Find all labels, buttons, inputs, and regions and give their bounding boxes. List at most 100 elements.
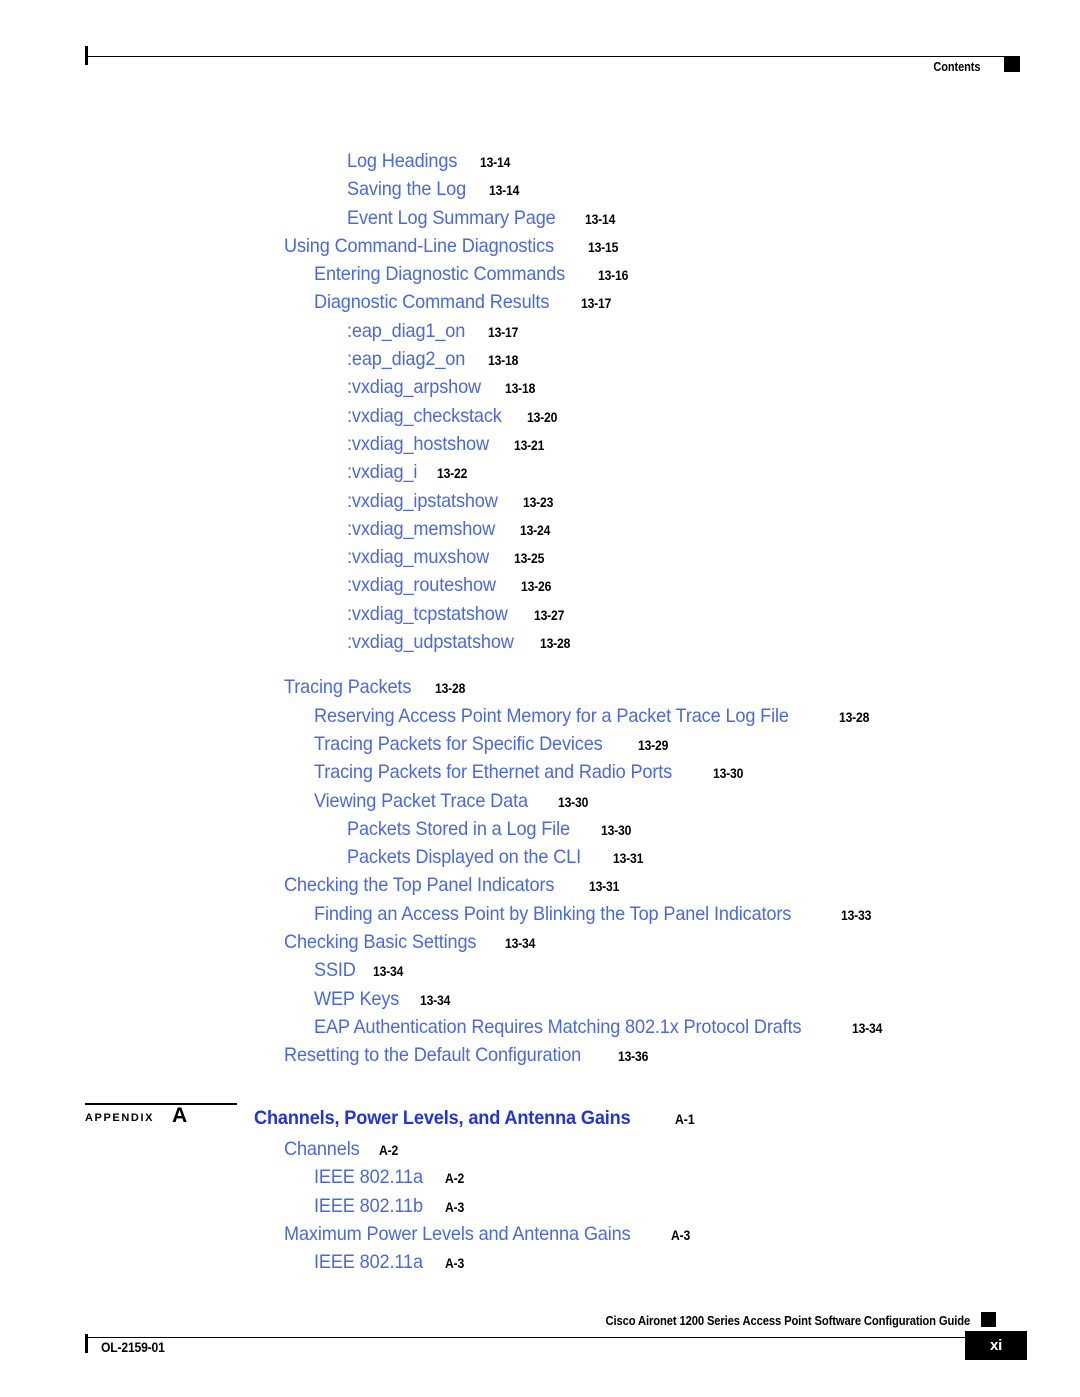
toc-entry-title[interactable]: Packets Displayed on the CLI xyxy=(347,846,581,869)
toc-entry[interactable]: :vxdiag_muxshow 13-25 xyxy=(0,546,1080,574)
toc-entry-title[interactable]: :vxdiag_arpshow xyxy=(347,376,481,399)
toc-entry-page-number: 13-17 xyxy=(488,324,519,340)
toc-entry-title[interactable]: Checking Basic Settings xyxy=(284,931,476,954)
toc-entry[interactable]: Packets Stored in a Log File 13-30 xyxy=(0,818,1080,846)
toc-entry-title[interactable]: Reserving Access Point Memory for a Pack… xyxy=(314,705,789,728)
toc-entry-title[interactable]: Tracing Packets for Specific Devices xyxy=(314,733,603,756)
toc-entry-title[interactable]: Entering Diagnostic Commands xyxy=(314,263,565,286)
toc-entry-page-number: 13-28 xyxy=(434,681,466,697)
toc-entry-page-number: 13-29 xyxy=(638,737,669,753)
toc-entry-title[interactable]: Using Command-Line Diagnostics xyxy=(284,235,554,258)
footer-rule xyxy=(85,1337,1001,1338)
toc-entry-page-number: 13-14 xyxy=(585,211,616,227)
toc-entry[interactable]: Tracing Packets for Ethernet and Radio P… xyxy=(0,761,1080,789)
toc-entry[interactable]: :vxdiag_memshow 13-24 xyxy=(0,518,1080,546)
toc-entry-page-number: 13-18 xyxy=(505,381,536,397)
toc-entry[interactable]: :vxdiag_checkstack 13-20 xyxy=(0,405,1080,433)
toc-entry-page-number: 13-21 xyxy=(513,437,544,453)
toc-entry[interactable]: :eap_diag1_on 13-17 xyxy=(0,320,1080,348)
toc-entry-title[interactable]: Resetting to the Default Configuration xyxy=(284,1044,581,1067)
toc-entry-title[interactable]: :vxdiag_routeshow xyxy=(347,574,496,597)
toc-entry[interactable]: Checking the Top Panel Indicators 13-31 xyxy=(0,874,1080,902)
toc-entry[interactable]: Finding an Access Point by Blinking the … xyxy=(0,903,1080,931)
toc-entry[interactable]: :vxdiag_tcpstatshow 13-27 xyxy=(0,603,1080,631)
appendix-title-row[interactable]: Channels, Power Levels, and Antenna Gain… xyxy=(0,1107,697,1130)
toc-entry[interactable]: Packets Displayed on the CLI 13-31 xyxy=(0,846,1080,874)
appendix-toc-entry[interactable]: IEEE 802.11b A-3 xyxy=(0,1195,1080,1223)
appendix-toc-entry-page-number: A-3 xyxy=(445,1256,465,1272)
toc-entry[interactable]: Diagnostic Command Results 13-17 xyxy=(0,291,1080,319)
toc-entry[interactable]: :vxdiag_arpshow 13-18 xyxy=(0,376,1080,404)
appendix-toc-entry[interactable]: Maximum Power Levels and Antenna Gains A-… xyxy=(0,1223,1080,1251)
toc-entry[interactable]: :vxdiag_ipstatshow 13-23 xyxy=(0,490,1080,518)
toc-entry-title[interactable]: Finding an Access Point by Blinking the … xyxy=(314,903,791,926)
table-of-contents: Log Headings 13-14 Saving the Log 13-14 Even… xyxy=(0,150,1080,1073)
toc-entry[interactable]: Log Headings 13-14 xyxy=(0,150,1080,178)
toc-entry-title[interactable]: :vxdiag_memshow xyxy=(347,518,495,541)
black-square-marker-icon xyxy=(981,1312,996,1327)
toc-entry-title[interactable]: Viewing Packet Trace Data xyxy=(314,790,528,813)
appendix-toc-entry-title[interactable]: Maximum Power Levels and Antenna Gains xyxy=(284,1223,631,1246)
appendix-toc-entry-title[interactable]: IEEE 802.11a xyxy=(314,1251,423,1274)
toc-entry-title[interactable]: Packets Stored in a Log File xyxy=(347,818,570,841)
toc-entry-page-number: 13-24 xyxy=(520,522,551,538)
footer-page-number: xi xyxy=(989,1337,1003,1354)
toc-entry[interactable]: Using Command-Line Diagnostics 13-15 xyxy=(0,235,1080,263)
toc-entry[interactable]: SSID 13-34 xyxy=(0,959,1080,987)
toc-entry[interactable]: Viewing Packet Trace Data 13-30 xyxy=(0,790,1080,818)
toc-entry-title[interactable]: WEP Keys xyxy=(314,988,399,1011)
footer-document-id: OL-2159-01 xyxy=(101,1340,165,1355)
toc-entry-page-number: 13-34 xyxy=(372,964,404,980)
toc-entry[interactable]: :vxdiag_udpstatshow 13-28 xyxy=(0,631,1080,659)
toc-entry[interactable]: Tracing Packets for Specific Devices 13-2… xyxy=(0,733,1080,761)
appendix-toc-entry-title[interactable]: IEEE 802.11a xyxy=(314,1166,423,1189)
toc-entry-title[interactable]: EAP Authentication Requires Matching 802… xyxy=(314,1016,802,1039)
toc-entry-title[interactable]: Saving the Log xyxy=(347,178,466,201)
appendix-toc-entry[interactable]: Channels A-2 xyxy=(0,1138,1080,1166)
toc-entry[interactable]: Entering Diagnostic Commands 13-16 xyxy=(0,263,1080,291)
appendix-title[interactable]: Channels, Power Levels, and Antenna Gain… xyxy=(254,1107,631,1130)
toc-entry-page-number: 13-18 xyxy=(488,353,519,369)
toc-entry-page-number: 13-14 xyxy=(479,155,510,170)
toc-entry-title[interactable]: Log Headings xyxy=(347,150,457,173)
appendix-toc-entry-title[interactable]: Channels xyxy=(284,1138,360,1161)
toc-entry[interactable]: Checking Basic Settings 13-34 xyxy=(0,931,1080,959)
toc-entry[interactable]: :eap_diag2_on 13-18 xyxy=(0,348,1080,376)
toc-entry-page-number: 13-28 xyxy=(838,709,869,725)
toc-entry-title[interactable]: :eap_diag2_on xyxy=(347,348,465,371)
toc-entry-title[interactable]: Tracing Packets xyxy=(284,676,411,699)
toc-entry[interactable]: :vxdiag_hostshow 13-21 xyxy=(0,433,1080,461)
toc-entry-title[interactable]: :vxdiag_i xyxy=(347,461,417,484)
appendix-toc-entry[interactable]: IEEE 802.11a A-2 xyxy=(0,1166,1080,1194)
toc-entry-title[interactable]: :eap_diag1_on xyxy=(347,320,465,343)
appendix-toc-entry-title[interactable]: IEEE 802.11b xyxy=(314,1195,423,1218)
toc-entry-page-number: 13-31 xyxy=(588,879,619,895)
toc-entry-title[interactable]: :vxdiag_ipstatshow xyxy=(347,490,498,513)
toc-entry-title[interactable]: :vxdiag_tcpstatshow xyxy=(347,603,508,626)
toc-entry-title[interactable]: :vxdiag_udpstatshow xyxy=(347,631,514,654)
toc-entry-title[interactable]: :vxdiag_muxshow xyxy=(347,546,489,569)
appendix-page-number: A-1 xyxy=(674,1112,695,1127)
toc-entry[interactable]: Event Log Summary Page 13-14 xyxy=(0,207,1080,235)
document-page: Contents Log Headings 13-14 Saving the Log… xyxy=(0,0,1080,1397)
toc-entry[interactable]: :vxdiag_routeshow 13-26 xyxy=(0,574,1080,602)
toc-entry-title[interactable]: Checking the Top Panel Indicators xyxy=(284,874,554,897)
toc-entry-page-number: 13-17 xyxy=(580,296,612,312)
toc-entry-page-number: 13-28 xyxy=(540,636,571,652)
toc-entry-title[interactable]: SSID xyxy=(314,959,356,982)
toc-entry[interactable]: :vxdiag_i 13-22 xyxy=(0,461,1080,489)
toc-entry[interactable]: Resetting to the Default Configuration 13… xyxy=(0,1044,1080,1072)
toc-entry[interactable]: Saving the Log 13-14 xyxy=(0,178,1080,206)
toc-entry-title[interactable]: Event Log Summary Page xyxy=(347,207,556,230)
toc-entry-page-number: 13-34 xyxy=(852,1020,883,1036)
toc-entry-title[interactable]: Tracing Packets for Ethernet and Radio P… xyxy=(314,761,672,784)
toc-entry-title[interactable]: :vxdiag_hostshow xyxy=(347,433,489,456)
toc-entry[interactable]: WEP Keys 13-34 xyxy=(0,988,1080,1016)
appendix-toc-entry[interactable]: IEEE 802.11a A-3 xyxy=(0,1251,1080,1279)
toc-entry[interactable]: EAP Authentication Requires Matching 802… xyxy=(0,1016,1080,1044)
toc-entry-title[interactable]: Diagnostic Command Results xyxy=(314,291,549,314)
toc-entry-page-number: 13-27 xyxy=(533,607,564,623)
toc-entry[interactable]: Reserving Access Point Memory for a Pack… xyxy=(0,705,1080,733)
toc-entry[interactable]: Tracing Packets 13-28 xyxy=(0,676,1080,704)
toc-entry-title[interactable]: :vxdiag_checkstack xyxy=(347,405,502,428)
